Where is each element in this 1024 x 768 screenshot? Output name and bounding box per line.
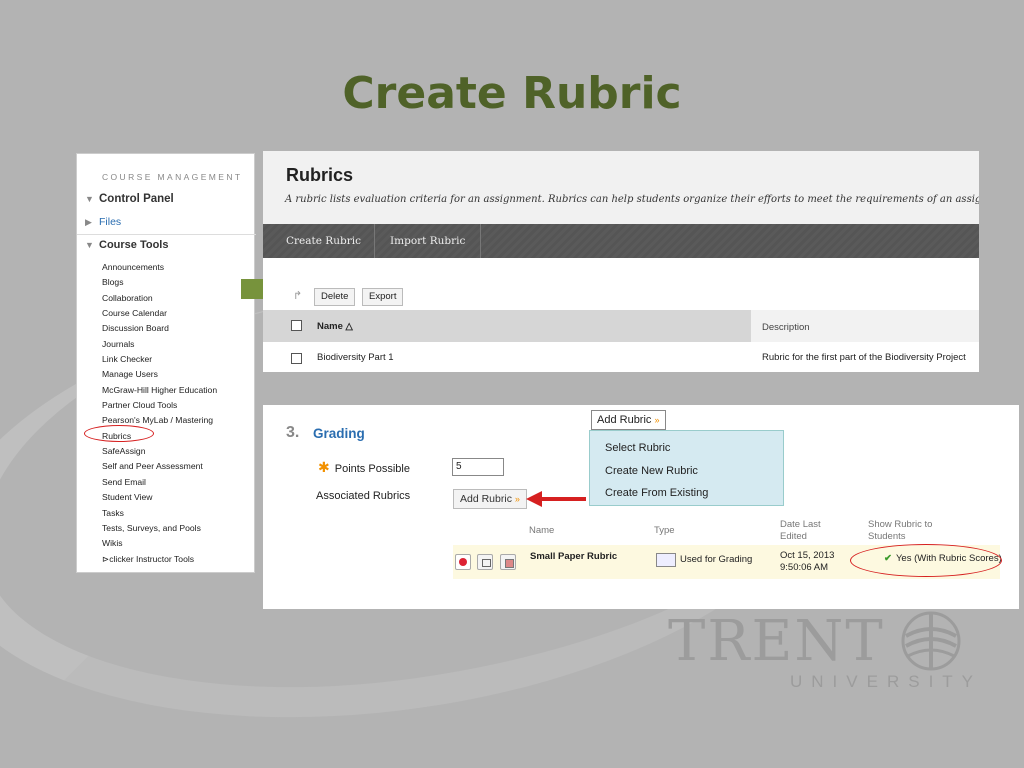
triangle-down-icon: ▼: [85, 240, 94, 250]
create-new-rubric-option[interactable]: Create New Rubric: [605, 460, 783, 483]
tool-wikis[interactable]: Wikis: [102, 536, 217, 551]
triangle-right-icon: ▶: [85, 217, 92, 227]
row-checkbox[interactable]: [291, 353, 302, 364]
rubric-date: Oct 15, 2013 9:50:06 AM: [780, 550, 835, 573]
remove-icon[interactable]: [455, 554, 471, 570]
trent-seal-icon: [901, 611, 961, 671]
delete-button[interactable]: Delete: [314, 288, 356, 306]
tool-partner-cloud[interactable]: Partner Cloud Tools: [102, 398, 217, 413]
section-number: 3.: [286, 424, 300, 441]
triangle-down-icon: ▼: [85, 194, 94, 204]
grading-title: Grading: [313, 426, 365, 441]
create-rubric-button[interactable]: Create Rubric: [271, 224, 376, 258]
column-name-header[interactable]: Name △: [317, 321, 353, 332]
tool-mcgraw-hill[interactable]: McGraw-Hill Higher Education: [102, 383, 217, 398]
tool-tasks[interactable]: Tasks: [102, 506, 217, 521]
logo-subtitle: UNIVERSITY: [790, 672, 983, 691]
tool-send-email[interactable]: Send Email: [102, 475, 217, 490]
course-management-label: COURSE MANAGEMENT: [102, 172, 243, 182]
add-rubric-button[interactable]: Add Rubric »: [453, 489, 527, 509]
rubrics-title: Rubrics: [286, 165, 354, 185]
course-management-sidebar: COURSE MANAGEMENT ▼ Control Panel ▶ Files …: [76, 153, 256, 573]
header-date: Date Last Edited: [780, 519, 821, 542]
course-tools-header[interactable]: ▼ Course Tools: [85, 239, 168, 251]
rubrics-description: A rubric lists evaluation criteria for a…: [285, 194, 979, 205]
double-chevron-down-icon: »: [654, 415, 660, 425]
double-chevron-down-icon: »: [514, 494, 520, 504]
associated-rubrics-label: Associated Rubrics: [316, 490, 411, 502]
select-all-checkbox[interactable]: [291, 320, 302, 331]
tool-manage-users[interactable]: Manage Users: [102, 367, 217, 382]
tool-self-peer-assessment[interactable]: Self and Peer Assessment: [102, 459, 217, 474]
tool-iclicker[interactable]: ⊳clicker Instructor Tools: [102, 552, 217, 567]
rubric-type: Used for Grading: [680, 554, 753, 565]
red-arrow-icon: [526, 491, 586, 507]
tool-journals[interactable]: Journals: [102, 337, 217, 352]
header-type: Type: [654, 525, 675, 536]
corner-arrow-icon: ↱: [293, 290, 303, 302]
tool-link-checker[interactable]: Link Checker: [102, 352, 217, 367]
divider: [77, 234, 256, 235]
slide-title: Create Rubric: [342, 68, 682, 119]
view-icon[interactable]: [477, 554, 493, 570]
required-star-icon: ✱: [318, 459, 330, 475]
header-show-rubric: Show Rubric to Students: [868, 519, 933, 542]
control-panel-header[interactable]: ▼ Control Panel: [85, 193, 174, 205]
rubrics-action-bar: Create Rubric Import Rubric: [263, 224, 979, 258]
add-rubric-dropdown: Select Rubric Create New Rubric Create F…: [589, 430, 784, 506]
type-dropdown-icon[interactable]: [656, 553, 676, 567]
rubric-row-name[interactable]: Biodiversity Part 1: [317, 352, 394, 363]
tool-safeassign[interactable]: SafeAssign: [102, 444, 217, 459]
rubrics-highlight-ring: [84, 425, 154, 442]
files-item[interactable]: ▶ Files: [85, 216, 255, 228]
column-description-header: Description: [751, 310, 979, 342]
trent-university-logo: TRENT UNIVERSITY: [668, 609, 973, 691]
tool-announcements[interactable]: Announcements: [102, 260, 217, 275]
rubrics-column-header: Name △ Description: [263, 310, 979, 342]
tool-course-calendar[interactable]: Course Calendar: [102, 306, 217, 321]
tool-tests-surveys-pools[interactable]: Tests, Surveys, and Pools: [102, 521, 217, 536]
header-name: Name: [529, 525, 555, 536]
tool-discussion-board[interactable]: Discussion Board: [102, 321, 217, 336]
rubric-row-description: Rubric for the first part of the Biodive…: [762, 352, 966, 363]
rubrics-header: Rubrics A rubric lists evaluation criter…: [263, 151, 979, 224]
course-tools-list: Announcements Blogs Collaboration Course…: [102, 260, 217, 567]
tool-student-view[interactable]: Student View: [102, 490, 217, 505]
points-possible-input[interactable]: 5: [452, 458, 504, 476]
show-rubric-highlight-ring: [850, 544, 1002, 577]
add-rubric-menu-button[interactable]: Add Rubric »: [591, 410, 666, 430]
grading-panel: 3. Grading ✱ Points Possible 5 Associated…: [263, 405, 1019, 609]
rubric-name: Small Paper Rubric: [530, 551, 618, 562]
edit-icon[interactable]: [500, 554, 516, 570]
logo-wordmark: TRENT: [668, 609, 885, 674]
tool-collaboration[interactable]: Collaboration: [102, 291, 217, 306]
rubrics-panel: Rubrics A rubric lists evaluation criter…: [263, 151, 979, 372]
import-rubric-button[interactable]: Import Rubric: [374, 224, 482, 258]
tool-blogs[interactable]: Blogs: [102, 275, 217, 290]
export-button[interactable]: Export: [362, 288, 404, 306]
select-rubric-option[interactable]: Select Rubric: [605, 437, 783, 460]
create-from-existing-option[interactable]: Create From Existing: [605, 482, 783, 505]
points-possible-label: ✱ Points Possible: [318, 459, 410, 475]
